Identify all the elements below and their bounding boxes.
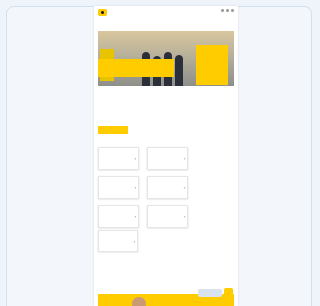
hero-image <box>98 31 234 86</box>
top-icons <box>221 9 234 12</box>
chevron-right-icon: › <box>133 239 135 244</box>
hero-person <box>175 55 183 86</box>
hero-bus-right <box>196 45 228 85</box>
tile[interactable]: › <box>98 147 139 170</box>
chevron-right-icon: › <box>183 185 185 190</box>
posthorn-logo-icon[interactable] <box>98 9 107 16</box>
intro-button[interactable] <box>98 126 128 134</box>
user-icon[interactable] <box>226 9 229 12</box>
chevron-right-icon: › <box>134 214 136 219</box>
tile[interactable]: › <box>147 205 188 228</box>
chat-label[interactable] <box>198 289 222 297</box>
tile-grid: › › › › › › <box>98 147 188 228</box>
chevron-right-icon: › <box>134 156 136 161</box>
tile[interactable]: › <box>98 205 139 228</box>
tile[interactable]: › <box>147 147 188 170</box>
chevron-right-icon: › <box>183 156 185 161</box>
menu-icon[interactable] <box>231 9 234 12</box>
wide-tile[interactable]: › <box>98 230 138 252</box>
page: › › › › › › › <box>94 6 238 306</box>
chevron-right-icon: › <box>183 214 185 219</box>
hero-caption <box>98 59 174 77</box>
person-portrait <box>132 297 146 306</box>
chevron-right-icon: › <box>134 185 136 190</box>
tile[interactable]: › <box>147 176 188 199</box>
top-bar <box>94 6 238 22</box>
search-icon[interactable] <box>221 9 224 12</box>
chat-icon[interactable] <box>224 288 233 297</box>
tile[interactable]: › <box>98 176 139 199</box>
